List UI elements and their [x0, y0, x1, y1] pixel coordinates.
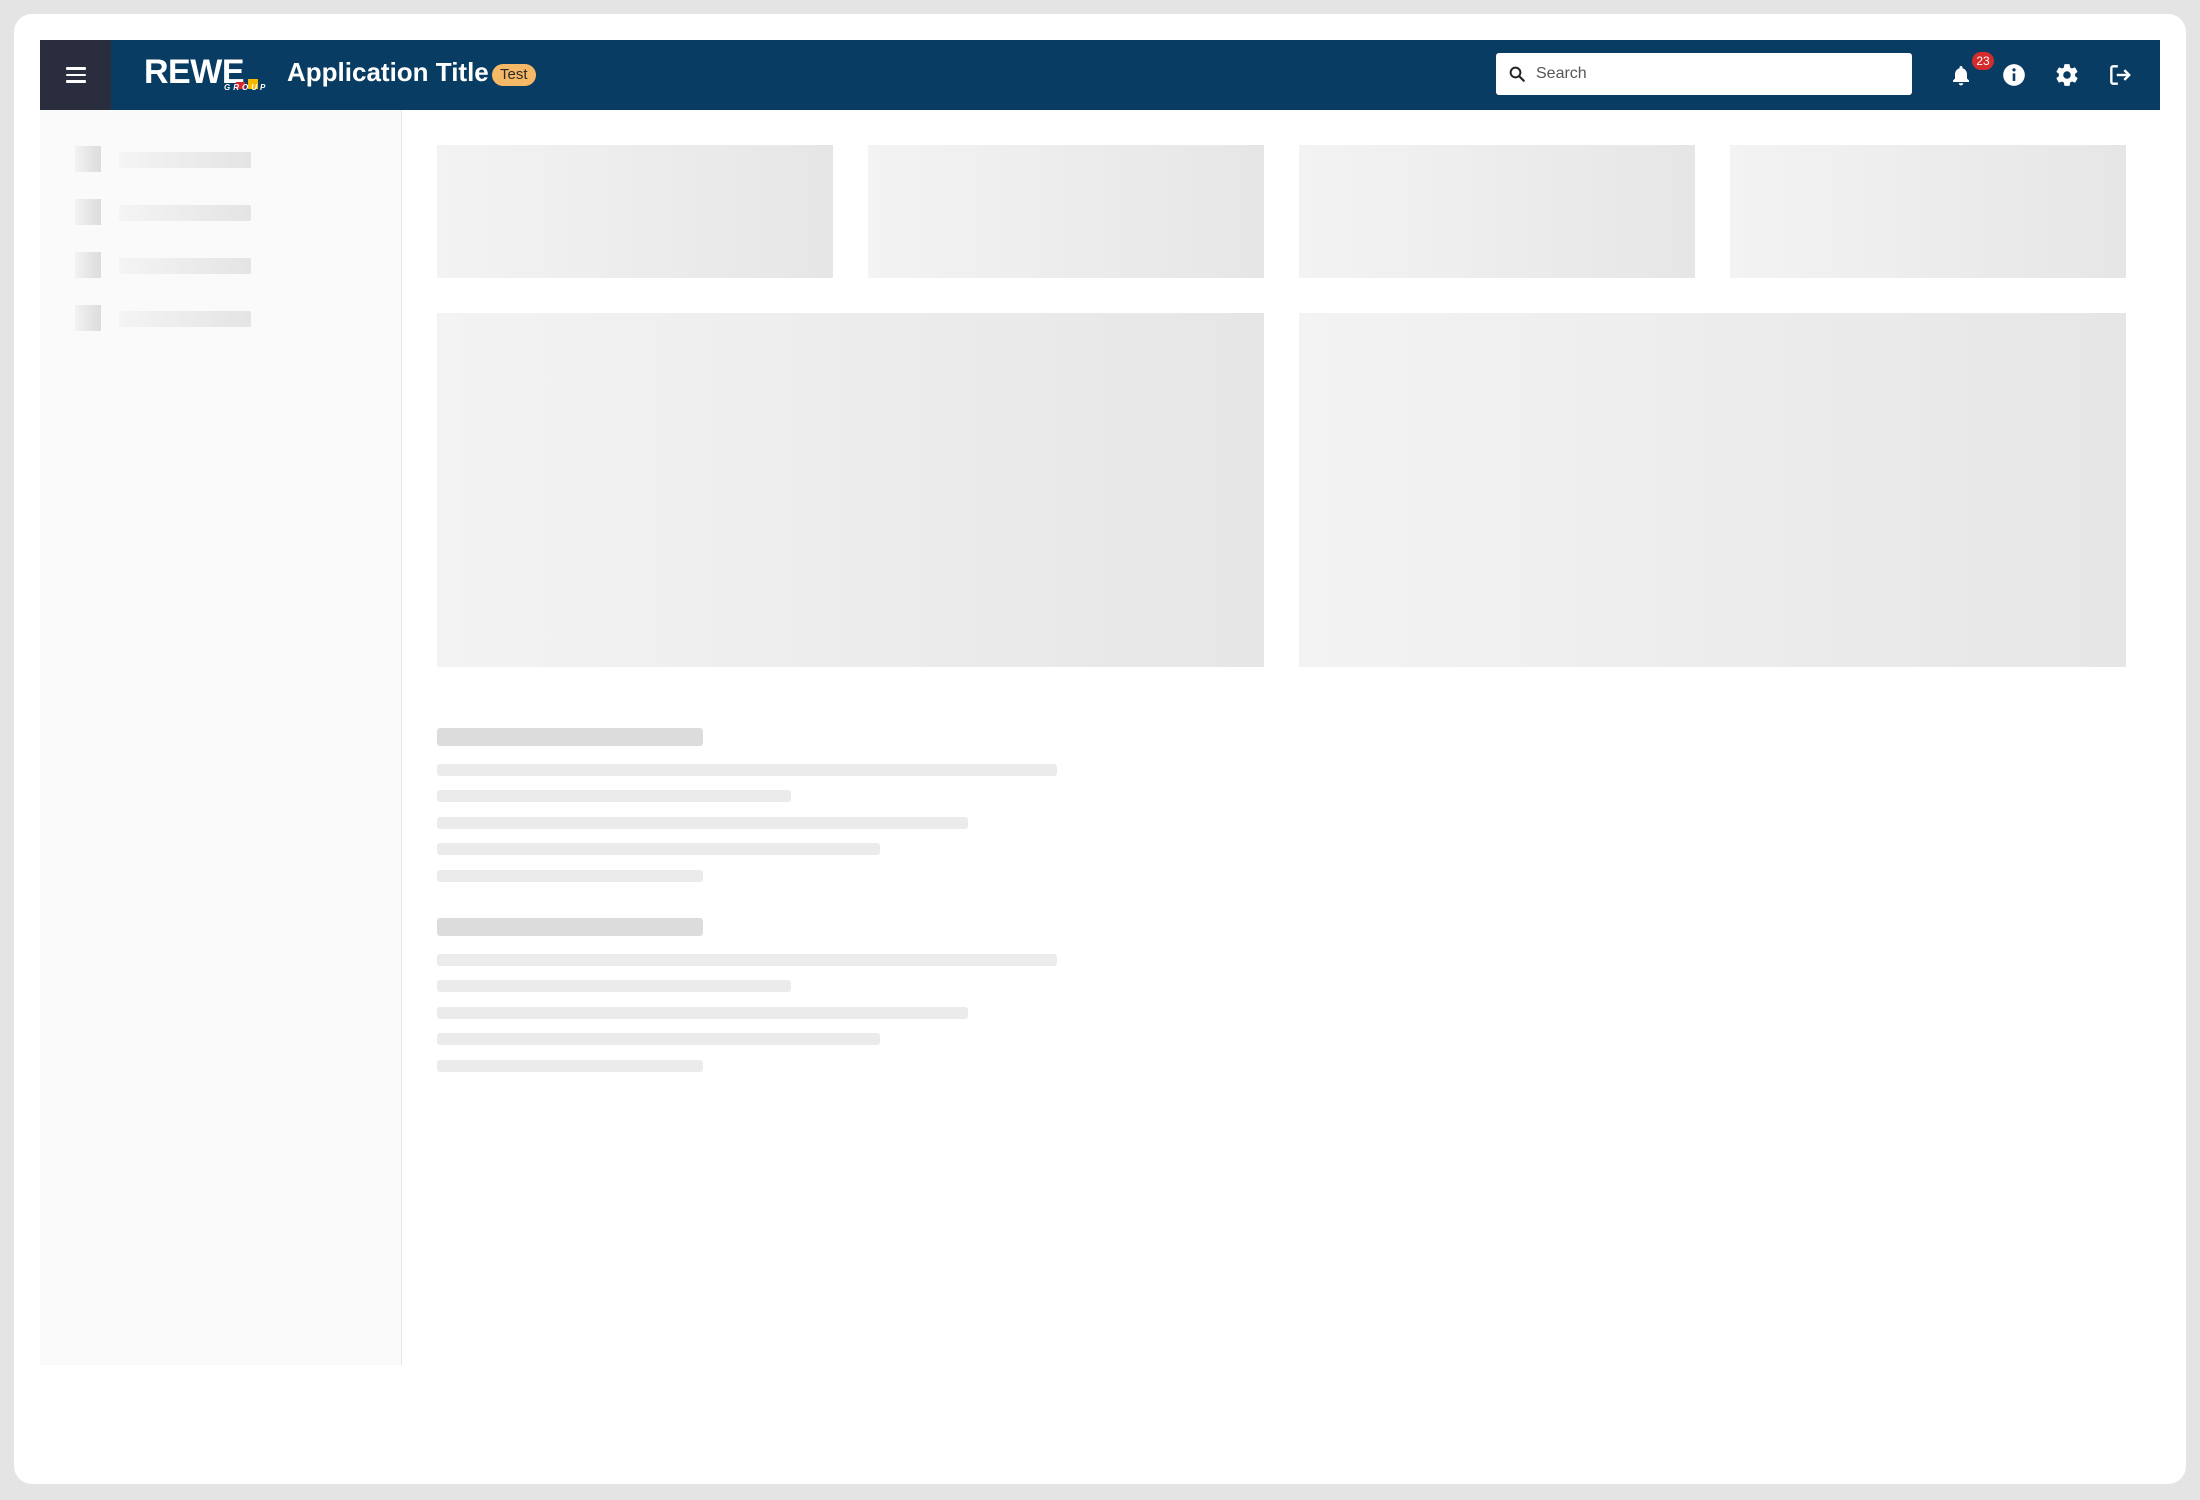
kpi-card-skeleton: [868, 145, 1264, 278]
hamburger-icon: [65, 67, 86, 83]
environment-badge: Test: [492, 64, 536, 86]
sidebar-item-label-placeholder: [119, 205, 251, 221]
sidebar-item-label-placeholder: [119, 258, 251, 274]
sidebar-item-icon-placeholder: [75, 252, 101, 278]
notifications-button[interactable]: [1946, 60, 1976, 90]
text-line-skeleton: [437, 1007, 968, 1019]
kpi-card-skeleton: [1299, 145, 1695, 278]
kpi-card-skeleton: [1730, 145, 2126, 278]
rewe-group-logo[interactable]: REWE GROUP: [144, 52, 266, 96]
logout-button[interactable]: [2105, 60, 2135, 90]
info-button[interactable]: [1999, 60, 2029, 90]
sidebar-item-icon-placeholder: [75, 146, 101, 172]
heading-skeleton: [437, 918, 703, 936]
sidebar-item-placeholder[interactable]: [75, 146, 375, 172]
panel-skeleton: [437, 313, 1264, 667]
text-line-skeleton: [437, 764, 1057, 776]
top-app-bar: REWE GROUP Application Title Test 23: [40, 40, 2160, 110]
heading-skeleton: [437, 728, 703, 746]
sidebar-item-placeholder[interactable]: [75, 305, 375, 331]
logo-subtext: GROUP: [224, 83, 269, 92]
sidebar-item-icon-placeholder: [75, 199, 101, 225]
text-line-skeleton: [437, 790, 791, 802]
sidebar-item-label-placeholder: [119, 311, 251, 327]
sidebar-item-label-placeholder: [119, 152, 251, 168]
settings-button[interactable]: [2052, 60, 2082, 90]
search-icon: [1509, 66, 1525, 82]
app-title: Application Title: [287, 57, 489, 87]
text-line-skeleton: [437, 1033, 880, 1045]
text-line-skeleton: [437, 843, 880, 855]
panel-skeleton: [1299, 313, 2126, 667]
sidebar-item-placeholder[interactable]: [75, 199, 375, 225]
search-field[interactable]: [1496, 53, 1912, 95]
info-icon: [2003, 64, 2025, 86]
search-input[interactable]: [1536, 65, 1896, 83]
gear-icon: [2056, 64, 2078, 86]
notification-count-badge: 23: [1972, 52, 1994, 70]
menu-button[interactable]: [40, 40, 111, 110]
text-line-skeleton: [437, 870, 703, 882]
sidebar: [40, 110, 402, 1365]
sidebar-item-icon-placeholder: [75, 305, 101, 331]
text-line-skeleton: [437, 817, 968, 829]
text-line-skeleton: [437, 954, 1057, 966]
sidebar-item-placeholder[interactable]: [75, 252, 375, 278]
bell-icon: [1953, 66, 1969, 86]
logout-icon: [2110, 65, 2131, 85]
text-line-skeleton: [437, 980, 791, 992]
kpi-card-skeleton: [437, 145, 833, 278]
text-line-skeleton: [437, 1060, 703, 1072]
